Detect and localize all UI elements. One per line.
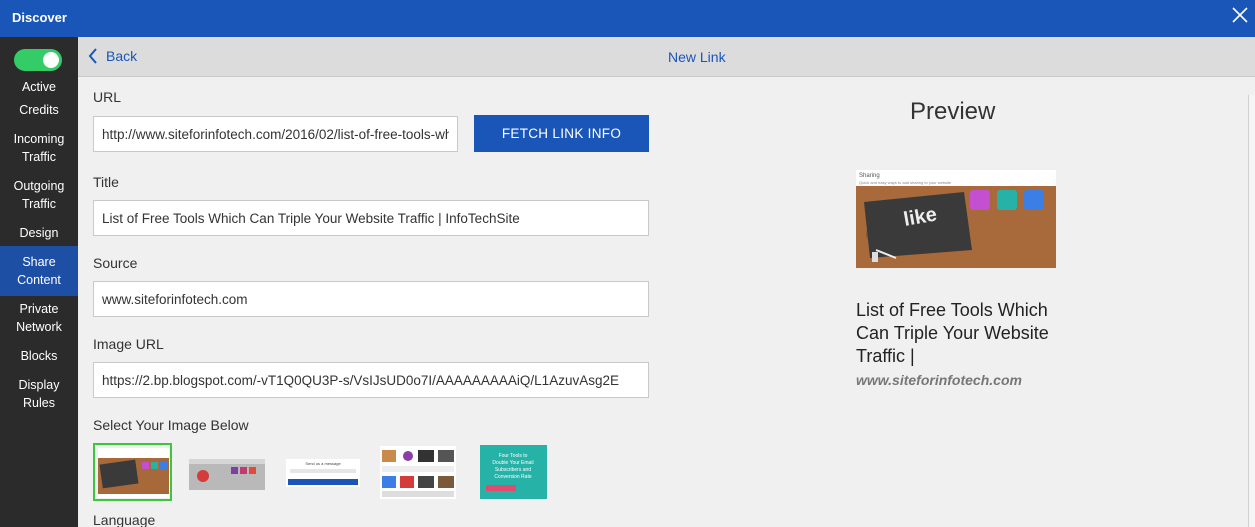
thumbnail-5-line-2: Double Your Email [492, 460, 533, 466]
image-thumbnail-3[interactable]: Send us a message [286, 459, 360, 487]
image-thumbnail-5[interactable]: Four Tools to Double Your Email Subscrib… [480, 445, 547, 499]
title-label: Title [93, 174, 119, 190]
preview-image-caption: Sharing [859, 173, 880, 179]
preview-image-subcaption: Quick and easy ways to add sharing to yo… [859, 180, 952, 185]
back-label: Back [106, 48, 138, 64]
thumbnail-image-3: Send us a message [286, 459, 360, 487]
page-title: New Link [668, 49, 726, 65]
sidebar-item-incoming-traffic[interactable]: Incoming Traffic [0, 130, 78, 166]
preview-image: Sharing Quick and easy ways to add shari… [856, 170, 1056, 268]
thumbnail-image-4 [380, 446, 456, 499]
source-input[interactable] [93, 281, 649, 317]
url-input[interactable] [93, 116, 458, 152]
preview-headline: List of Free Tools Which Can Triple Your… [856, 300, 1049, 366]
thumbnail-3-title: Send us a message [305, 461, 341, 466]
sidebar-item-design[interactable]: Design [0, 224, 78, 242]
toggle-knob [43, 52, 59, 68]
window-titlebar: Discover [0, 0, 1255, 37]
window-title: Discover [12, 10, 67, 25]
language-label: Language [93, 512, 156, 527]
sidebar-item-private-network[interactable]: Private Network [0, 300, 78, 336]
sidebar-item-share-content[interactable]: Share Content [0, 246, 78, 296]
sidebar-item-blocks[interactable]: Blocks [0, 347, 78, 365]
fetch-link-info-button[interactable]: FETCH LINK INFO [474, 115, 649, 152]
image-url-label: Image URL [93, 336, 164, 352]
source-label: Source [93, 255, 138, 271]
sidebar-item-outgoing-traffic[interactable]: Outgoing Traffic [0, 177, 78, 213]
url-label: URL [93, 89, 122, 105]
sidebar-item-credits[interactable]: Credits [0, 101, 78, 119]
thumbnail-5-line-3: Subscribers and [495, 467, 531, 473]
scrollbar[interactable] [1248, 95, 1255, 527]
preview-heading: Preview [910, 98, 996, 125]
image-thumbnail-1[interactable] [93, 443, 172, 501]
image-thumbnail-4[interactable] [380, 446, 456, 499]
thumbnail-5-line-4: Conversion Rate [494, 474, 531, 480]
preview-image-graphic: Sharing Quick and easy ways to add shari… [856, 170, 1056, 268]
sidebar-item-display-rules[interactable]: Display Rules [0, 376, 78, 412]
active-toggle-label: Active [21, 80, 57, 94]
back-button[interactable]: Back [88, 48, 137, 64]
top-navigation: Back New Link [78, 37, 1255, 77]
title-input[interactable] [93, 200, 649, 236]
chevron-left-icon [88, 48, 97, 64]
active-toggle[interactable] [14, 49, 62, 71]
thumbnail-image-5: Four Tools to Double Your Email Subscrib… [480, 445, 547, 499]
image-url-input[interactable] [93, 362, 649, 398]
thumbnail-5-line-1: Four Tools to [499, 453, 528, 459]
image-thumbnail-2[interactable] [189, 459, 265, 490]
close-icon[interactable] [1231, 6, 1249, 24]
preview-source: www.siteforinfotech.com [856, 372, 1022, 388]
select-image-label: Select Your Image Below [93, 417, 249, 433]
thumbnail-image-2 [189, 459, 265, 490]
sidebar: Active Credits Incoming Traffic Outgoing… [0, 37, 78, 527]
thumbnail-image-1 [98, 448, 169, 498]
